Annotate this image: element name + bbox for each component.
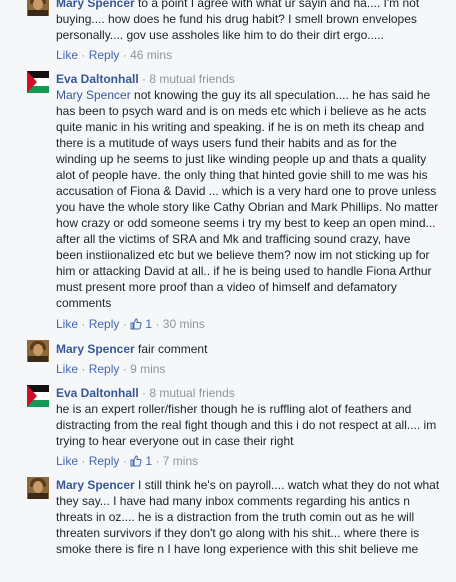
mutual-friends[interactable]: · 8 mutual friends xyxy=(142,386,235,400)
comment-body: Eva Daltonhall · 8 mutual friends he is … xyxy=(56,385,440,449)
avatar[interactable] xyxy=(27,340,49,362)
like-count[interactable]: 1 xyxy=(130,454,155,468)
thumbs-up-icon xyxy=(130,318,142,330)
like-count[interactable]: 1 xyxy=(130,317,155,331)
timestamp[interactable]: 7 mins xyxy=(163,454,198,468)
author-name[interactable]: Mary Spencer xyxy=(56,0,135,10)
avatar[interactable] xyxy=(27,0,49,16)
comment-body: Mary Spencer fair comment xyxy=(56,341,440,357)
comment-text: fair comment xyxy=(138,342,208,356)
author-name[interactable]: Eva Daltonhall xyxy=(56,72,139,86)
mention-link[interactable]: Mary Spencer xyxy=(56,88,131,102)
comment-text: not knowing the guy its all speculation.… xyxy=(56,88,439,310)
avatar[interactable] xyxy=(27,385,49,407)
like-link[interactable]: Like xyxy=(56,454,78,468)
reply-link[interactable]: Reply xyxy=(89,454,120,468)
like-link[interactable]: Like xyxy=(56,362,78,376)
comment-actions: Like · Reply · 1 · 30 mins xyxy=(56,317,205,331)
reply-link[interactable]: Reply xyxy=(89,362,120,376)
author-name[interactable]: Mary Spencer xyxy=(56,342,135,356)
like-link[interactable]: Like xyxy=(56,317,78,331)
timestamp[interactable]: 46 mins xyxy=(130,48,172,62)
thumbs-up-icon xyxy=(130,455,142,467)
author-name[interactable]: Mary Spencer xyxy=(56,478,135,492)
comment-actions: Like · Reply · 46 mins xyxy=(56,48,173,62)
author-name[interactable]: Eva Daltonhall xyxy=(56,386,139,400)
timestamp[interactable]: 30 mins xyxy=(163,317,205,331)
avatar[interactable] xyxy=(27,477,49,499)
comment-body: Mary Spencer I still think he's on payro… xyxy=(56,477,440,557)
comment-body: Mary Spencer to a point I agree with wha… xyxy=(56,0,440,43)
avatar[interactable] xyxy=(27,71,49,93)
timestamp[interactable]: 9 mins xyxy=(130,362,165,376)
reply-link[interactable]: Reply xyxy=(89,48,120,62)
like-link[interactable]: Like xyxy=(56,48,78,62)
comment-body: Eva Daltonhall · 8 mutual friends Mary S… xyxy=(56,71,440,311)
mutual-friends[interactable]: · 8 mutual friends xyxy=(142,72,235,86)
comment-text: he is an expert roller/fisher though he … xyxy=(56,402,437,448)
comment-actions: Like · Reply · 9 mins xyxy=(56,362,166,376)
reply-link[interactable]: Reply xyxy=(89,317,120,331)
comment-actions: Like · Reply · 1 · 7 mins xyxy=(56,454,199,468)
